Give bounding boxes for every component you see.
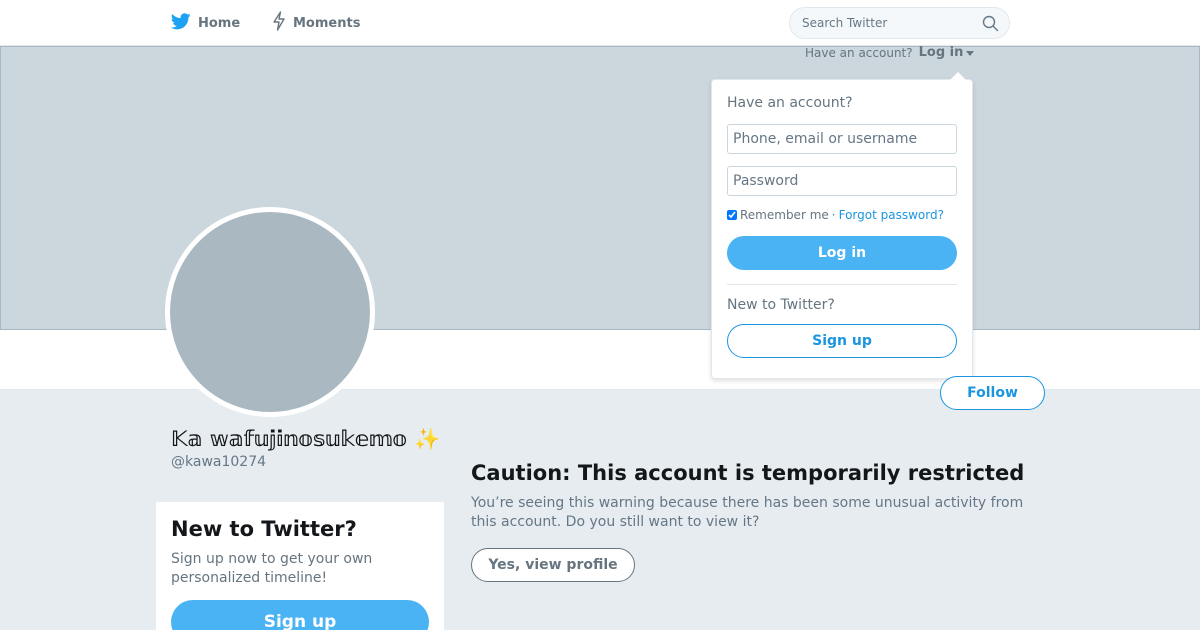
login-dropdown-title: Have an account? <box>727 95 853 111</box>
remember-me-label[interactable]: Remember me <box>740 208 829 222</box>
username-field[interactable] <box>727 124 957 154</box>
search-icon[interactable] <box>982 15 999 36</box>
nav-home-label: Home <box>198 15 241 31</box>
signup-button[interactable]: Sign up <box>171 600 429 630</box>
display-name: 𝕂𝕒 𝕨𝕒𝕗𝕦𝕛𝕚𝕟𝕠𝕤𝕦𝕜𝕖𝕞𝕠 ✨ <box>171 427 441 451</box>
login-toggle-label: Log in <box>918 45 964 60</box>
caret-down-icon <box>966 45 975 60</box>
dropdown-signup-button[interactable]: Sign up <box>727 324 957 358</box>
top-navigation-bar: Home Moments <box>0 0 1200 46</box>
remember-me-checkbox[interactable] <box>727 210 737 220</box>
separator-dot: · <box>831 208 836 222</box>
caution-title: Caution: This account is temporarily res… <box>471 461 1025 485</box>
login-prompt: Have an account? Log in <box>805 45 975 60</box>
nav-moments-label: Moments <box>293 15 361 31</box>
signup-card-title: New to Twitter? <box>171 517 357 541</box>
search-input[interactable] <box>790 8 980 38</box>
login-prompt-text: Have an account? <box>805 45 913 60</box>
login-toggle[interactable]: Log in <box>919 45 975 60</box>
follow-button[interactable]: Follow <box>940 376 1045 410</box>
signup-card: New to Twitter? Sign up now to get your … <box>156 502 444 630</box>
signup-card-subtitle: Sign up now to get your own personalized… <box>171 551 373 586</box>
lightning-icon <box>272 11 286 35</box>
handle[interactable]: @kawa10274 <box>171 454 266 470</box>
remember-row: Remember me · Forgot password? <box>727 208 944 222</box>
login-button[interactable]: Log in <box>727 236 957 270</box>
login-dropdown: Have an account? Remember me · Forgot pa… <box>711 79 973 379</box>
avatar[interactable] <box>165 207 375 417</box>
password-field[interactable] <box>727 166 957 196</box>
view-profile-button[interactable]: Yes, view profile <box>471 548 635 582</box>
dropdown-caret <box>950 72 966 80</box>
nav-home[interactable]: Home <box>170 0 241 46</box>
forgot-password-link[interactable]: Forgot password? <box>839 208 944 222</box>
nav-moments[interactable]: Moments <box>272 0 360 46</box>
new-to-twitter-label: New to Twitter? <box>727 297 835 313</box>
search-box <box>789 7 1010 39</box>
dropdown-divider <box>727 284 957 285</box>
caution-body: You’re seeing this warning because there… <box>471 495 1024 530</box>
twitter-bird-icon <box>170 12 191 34</box>
